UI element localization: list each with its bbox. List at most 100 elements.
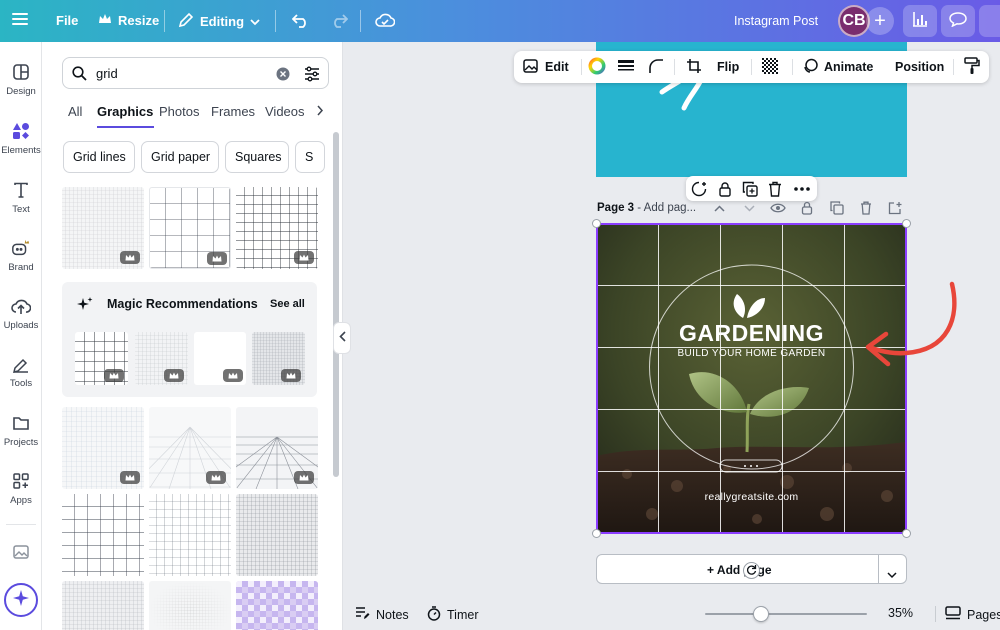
graphic-thumb-gray-grid[interactable] [62,581,144,630]
editing-mode-dropdown[interactable]: Editing [178,12,260,31]
trash-icon[interactable] [858,200,874,216]
graphic-thumb-thin-grid[interactable] [149,494,231,576]
rail-item-photo-app[interactable] [0,542,42,562]
chip-grid-paper[interactable]: Grid paper [141,141,219,173]
trash-icon[interactable] [766,180,783,197]
undo-icon[interactable] [292,12,310,28]
eye-icon[interactable] [770,200,786,216]
chevron-right-icon[interactable] [316,104,324,119]
clear-search-icon[interactable] [276,67,290,86]
add-collaborator-button[interactable]: + [866,7,894,35]
page-quick-actions [686,176,817,201]
add-page-icon[interactable] [887,200,903,216]
chip-grid-lines[interactable]: Grid lines [63,141,135,173]
graphic-thumb-radial-grid[interactable] [149,581,231,630]
copy-style-button[interactable] [964,51,980,83]
tab-graphics[interactable]: Graphics [97,104,153,119]
image-icon [11,542,31,562]
design-title-text[interactable]: GARDENING [597,320,906,347]
flip-button[interactable]: Flip [717,51,739,83]
graphic-thumb-bold-grid[interactable] [62,494,144,576]
recommend-thumb-3[interactable] [194,332,246,385]
resize-handle-top-left[interactable] [592,219,601,228]
page-label[interactable]: Page 3 - Add pag... [597,202,696,214]
design-canvas[interactable]: GARDENING BUILD YOUR HOME GARDEN reallyg… [597,224,906,533]
text-icon [11,180,31,200]
animate-button[interactable]: Animate [802,51,873,83]
rail-item-projects[interactable]: Projects [0,413,42,448]
resize-handle-bottom-right[interactable] [902,529,911,538]
position-button[interactable]: Position [895,51,944,83]
resize-handle-bottom-left[interactable] [592,529,601,538]
cloud-saved-icon[interactable] [375,12,395,28]
duplicate-icon[interactable] [741,180,758,197]
rail-item-apps[interactable]: Apps [0,471,42,506]
lock-icon[interactable] [799,200,815,216]
rail-item-uploads[interactable]: Uploads [0,296,42,331]
duplicate-icon[interactable] [829,200,845,216]
more-options-icon[interactable] [793,180,810,197]
rail-item-elements[interactable]: Elements [0,121,42,156]
resize-handle-top-right[interactable] [902,219,911,228]
search-input[interactable]: grid [62,57,329,89]
graphic-thumb-large-grid[interactable] [149,187,231,269]
share-button[interactable] [979,5,1000,37]
resize-button[interactable]: Resize [98,13,159,28]
notes-button[interactable]: Notes [355,606,409,623]
comment-add-icon[interactable] [690,180,707,197]
recommend-thumb-4[interactable] [252,332,305,385]
chevron-down-icon[interactable] [887,566,897,584]
filter-icon[interactable] [304,66,320,87]
chevron-up-icon[interactable] [711,200,727,216]
chip-squares[interactable]: Squares [225,141,289,173]
graphic-thumb-dense-grid[interactable] [236,494,318,576]
panel-scrollbar[interactable] [333,132,339,477]
graphic-thumb-fine-grid[interactable] [62,187,144,269]
zoom-level[interactable]: 35% [888,606,913,620]
insights-button[interactable] [903,5,937,37]
tab-photos[interactable]: Photos [159,104,199,119]
rail-item-tools[interactable]: Tools [0,354,42,389]
graphic-thumb-perspective-floor[interactable] [236,407,318,489]
pages-button[interactable]: Pages [945,606,1000,623]
comments-button[interactable] [941,5,975,37]
see-all-link[interactable]: See all [270,298,305,310]
position-label: Position [895,60,945,74]
graphic-thumb-purple-gingham[interactable] [236,581,318,630]
tab-all[interactable]: All [68,104,82,119]
apps-icon [11,471,31,491]
timer-button[interactable]: Timer [427,606,478,624]
recommend-thumb-1[interactable] [75,332,128,385]
hamburger-menu-icon[interactable] [12,12,28,26]
file-menu-button[interactable]: File [56,13,78,28]
magic-assistant-button[interactable] [4,583,38,617]
transparency-button[interactable] [762,51,778,83]
zoom-slider-track[interactable] [705,613,867,615]
design-url-text[interactable]: reallygreatsite.com [597,491,906,503]
tab-videos[interactable]: Videos [265,104,305,119]
design-subtitle-text[interactable]: BUILD YOUR HOME GARDEN [597,348,906,359]
lock-icon[interactable] [716,180,733,197]
color-picker-button[interactable] [588,51,606,83]
graphic-thumb-perspective-light[interactable] [149,407,231,489]
collapse-panel-button[interactable] [333,322,351,354]
rail-item-text[interactable]: Text [0,180,42,215]
zoom-slider-thumb[interactable] [753,606,769,622]
corner-rounding-button[interactable] [648,51,664,83]
graphic-thumb-blue-grid[interactable] [62,407,144,489]
rail-label: Elements [1,145,41,156]
chip-more[interactable]: S [295,141,325,173]
rail-item-design[interactable]: Design [0,62,42,97]
redo-icon[interactable] [330,12,348,28]
recommend-thumb-2[interactable] [135,332,188,385]
border-style-button[interactable] [618,51,634,83]
graphic-thumb-medium-grid[interactable] [236,187,318,269]
rail-item-brand[interactable]: Brand [0,238,42,273]
rotate-handle[interactable] [743,562,760,579]
chevron-down-icon[interactable] [741,200,757,216]
brand-icon [11,238,31,258]
cloud-upload-icon [11,296,31,316]
crop-button[interactable] [686,51,702,83]
tab-frames[interactable]: Frames [211,104,255,119]
edit-image-button[interactable]: Edit [523,51,569,83]
